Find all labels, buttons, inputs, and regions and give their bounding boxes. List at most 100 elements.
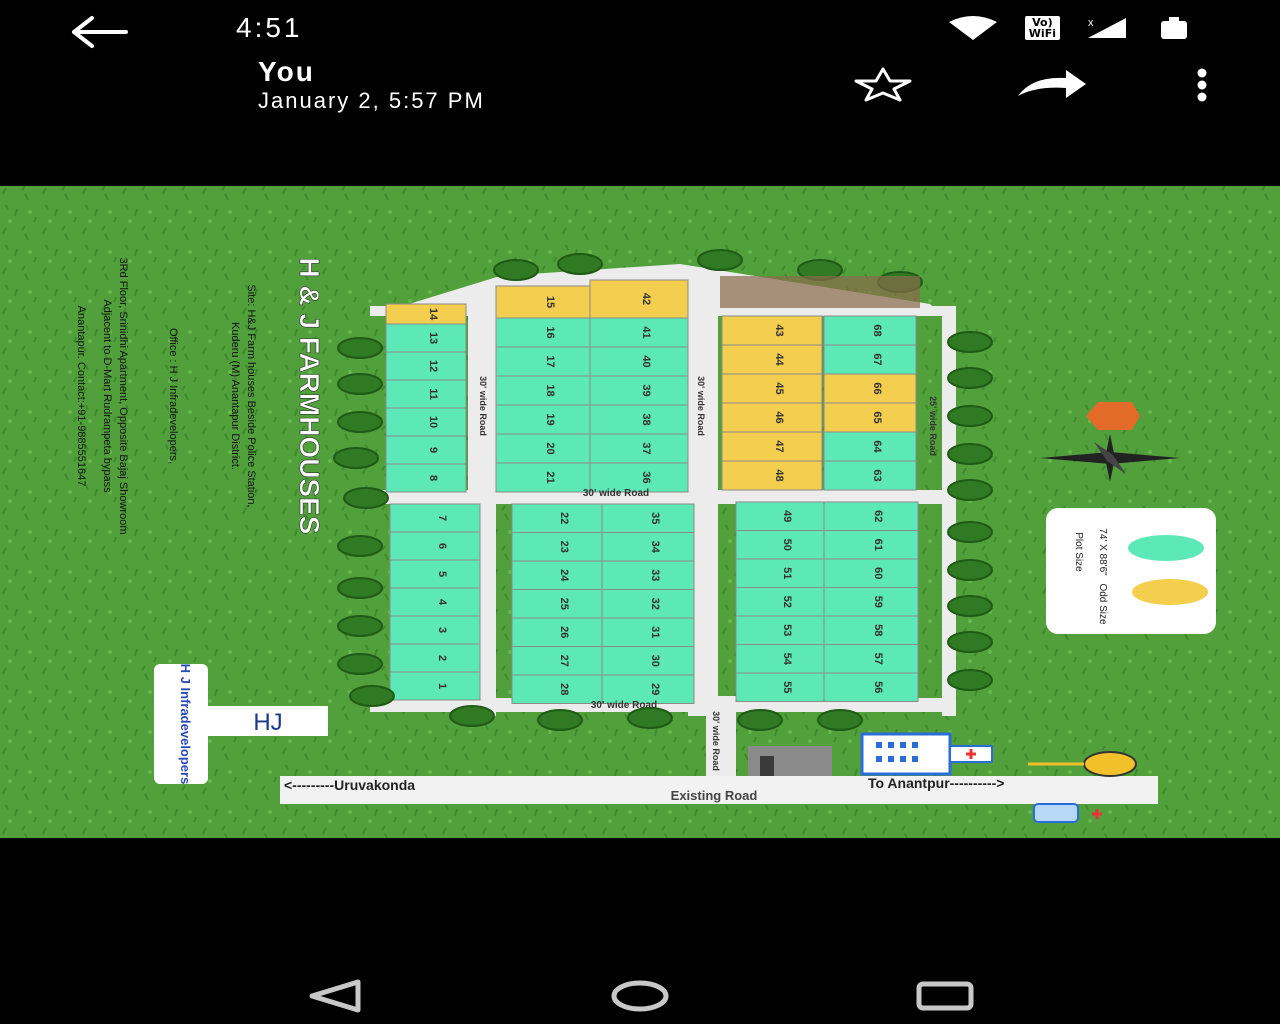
plot-cell — [589, 433, 689, 464]
plot-number: 6 — [436, 543, 448, 549]
plot-cell — [823, 615, 919, 645]
plot-cell — [495, 462, 591, 493]
plot-cell — [823, 402, 917, 433]
plot-cell — [721, 460, 823, 491]
plot-cell — [735, 644, 825, 674]
plot-cell — [823, 344, 917, 375]
plot-number: 27 — [558, 655, 570, 667]
plot-cell — [495, 404, 591, 435]
plot-cell — [735, 558, 825, 588]
star-icon[interactable] — [850, 66, 916, 102]
plot-cell — [511, 560, 603, 590]
tree-icon — [337, 337, 383, 359]
plot-number: 30 — [649, 655, 661, 667]
plot-cell — [389, 587, 481, 617]
plot-number: 8 — [427, 475, 439, 481]
road-label-mid-vertical: 30' wide Road — [696, 376, 706, 436]
site-line-2: Kuderu (M) Anantapur District. — [229, 322, 241, 470]
plot-cell — [495, 375, 591, 406]
plot-cell — [589, 279, 689, 319]
plot-number: 21 — [544, 471, 556, 483]
plot-number: 48 — [773, 469, 785, 481]
tree-icon — [337, 373, 383, 395]
plot-number: 58 — [872, 624, 884, 636]
tree-icon — [337, 577, 383, 599]
plot-cell — [735, 615, 825, 645]
plot-cell — [389, 671, 481, 701]
office-line-1: Office : H J Infradevelopers, — [167, 328, 179, 464]
plot-cell — [389, 503, 481, 533]
share-icon[interactable] — [1014, 68, 1088, 100]
plot-number: 23 — [558, 541, 570, 553]
tree-icon — [333, 447, 379, 469]
tree-icon — [449, 705, 495, 727]
tree-icon — [557, 253, 603, 275]
plot-number: 4 — [436, 599, 448, 606]
tree-icon — [947, 331, 993, 353]
plot-number: 46 — [773, 411, 785, 423]
tree-icon — [737, 709, 783, 731]
plot-cell — [823, 558, 919, 588]
plot-cell — [735, 501, 825, 531]
legend: 74' X 88'6" Plot Size Odd Size — [1046, 508, 1216, 634]
status-time: 4:51 — [236, 12, 303, 43]
plot-number: 64 — [871, 440, 883, 453]
plot-cell — [495, 285, 591, 319]
plot-number: 26 — [558, 626, 570, 638]
plot-cell — [385, 323, 467, 353]
plot-cell — [589, 375, 689, 406]
plot-cell — [511, 589, 603, 619]
plot-number: 20 — [544, 442, 556, 454]
site-line-1: Site: H&J Farm houses Beside Police Stat… — [245, 284, 257, 507]
layout-title: H & J FARMHOUSES — [294, 258, 325, 535]
home-circle-icon[interactable] — [610, 978, 670, 1014]
message-image[interactable]: 14 13 12 11 10 9 8 7 6 5 4 3 2 1 15 16 17 18 19 20 21 22 23 24 2… — [0, 186, 1280, 838]
tree-icon — [947, 521, 993, 543]
tree-icon — [947, 669, 993, 691]
volte-icon: Vo) WiFi — [1024, 16, 1060, 40]
plot-number: 14 — [427, 308, 439, 321]
brand-name: H J Infradevelopers — [178, 664, 193, 785]
plot-cell — [495, 317, 591, 348]
tree-icon — [627, 707, 673, 729]
legend-plot-size: 74' X 88'6" — [1097, 528, 1108, 576]
plot-number: 17 — [544, 355, 556, 367]
plot-number: 22 — [558, 512, 570, 524]
plot-cell — [823, 530, 919, 560]
plot-number: 33 — [649, 569, 661, 581]
message-datetime: January 2, 5:57 PM — [258, 88, 485, 113]
tree-icon — [493, 259, 539, 281]
plot-number: 38 — [640, 413, 652, 425]
plot-cell — [735, 587, 825, 617]
sender-name: You — [258, 56, 315, 87]
plot-number: 29 — [649, 683, 661, 695]
plot-cell — [511, 646, 603, 676]
badge-icon — [1083, 751, 1137, 777]
plot-number: 39 — [640, 384, 652, 396]
plot-number: 63 — [871, 469, 883, 481]
plot-number: 9 — [427, 447, 439, 453]
recents-square-icon[interactable] — [914, 978, 976, 1014]
office-line-3: Adjacent to D-Mart Rudrampeta bypass — [101, 299, 113, 493]
plot-number: 35 — [649, 512, 661, 524]
plot-number: 55 — [781, 681, 793, 693]
plot-cell — [389, 559, 481, 589]
plot-cell — [823, 315, 917, 346]
back-arrow-icon[interactable] — [70, 12, 130, 52]
road-label-25-wide: 25' wide Road — [928, 396, 938, 456]
legend-odd-swatch — [1132, 579, 1208, 605]
plot-number: 45 — [773, 382, 785, 394]
plot-number: 2 — [436, 655, 448, 661]
plot-cell — [385, 435, 467, 465]
back-triangle-icon[interactable] — [308, 978, 364, 1014]
tree-icon — [947, 559, 993, 581]
plot-cell — [589, 404, 689, 435]
tree-icon — [947, 367, 993, 389]
plot-cell — [495, 433, 591, 464]
plot-cell — [721, 344, 823, 375]
plot-number: 57 — [872, 653, 884, 665]
more-vert-icon[interactable] — [1192, 68, 1212, 104]
plot-cell — [511, 532, 603, 562]
plot-number: 68 — [871, 324, 883, 336]
tree-icon — [947, 631, 993, 653]
